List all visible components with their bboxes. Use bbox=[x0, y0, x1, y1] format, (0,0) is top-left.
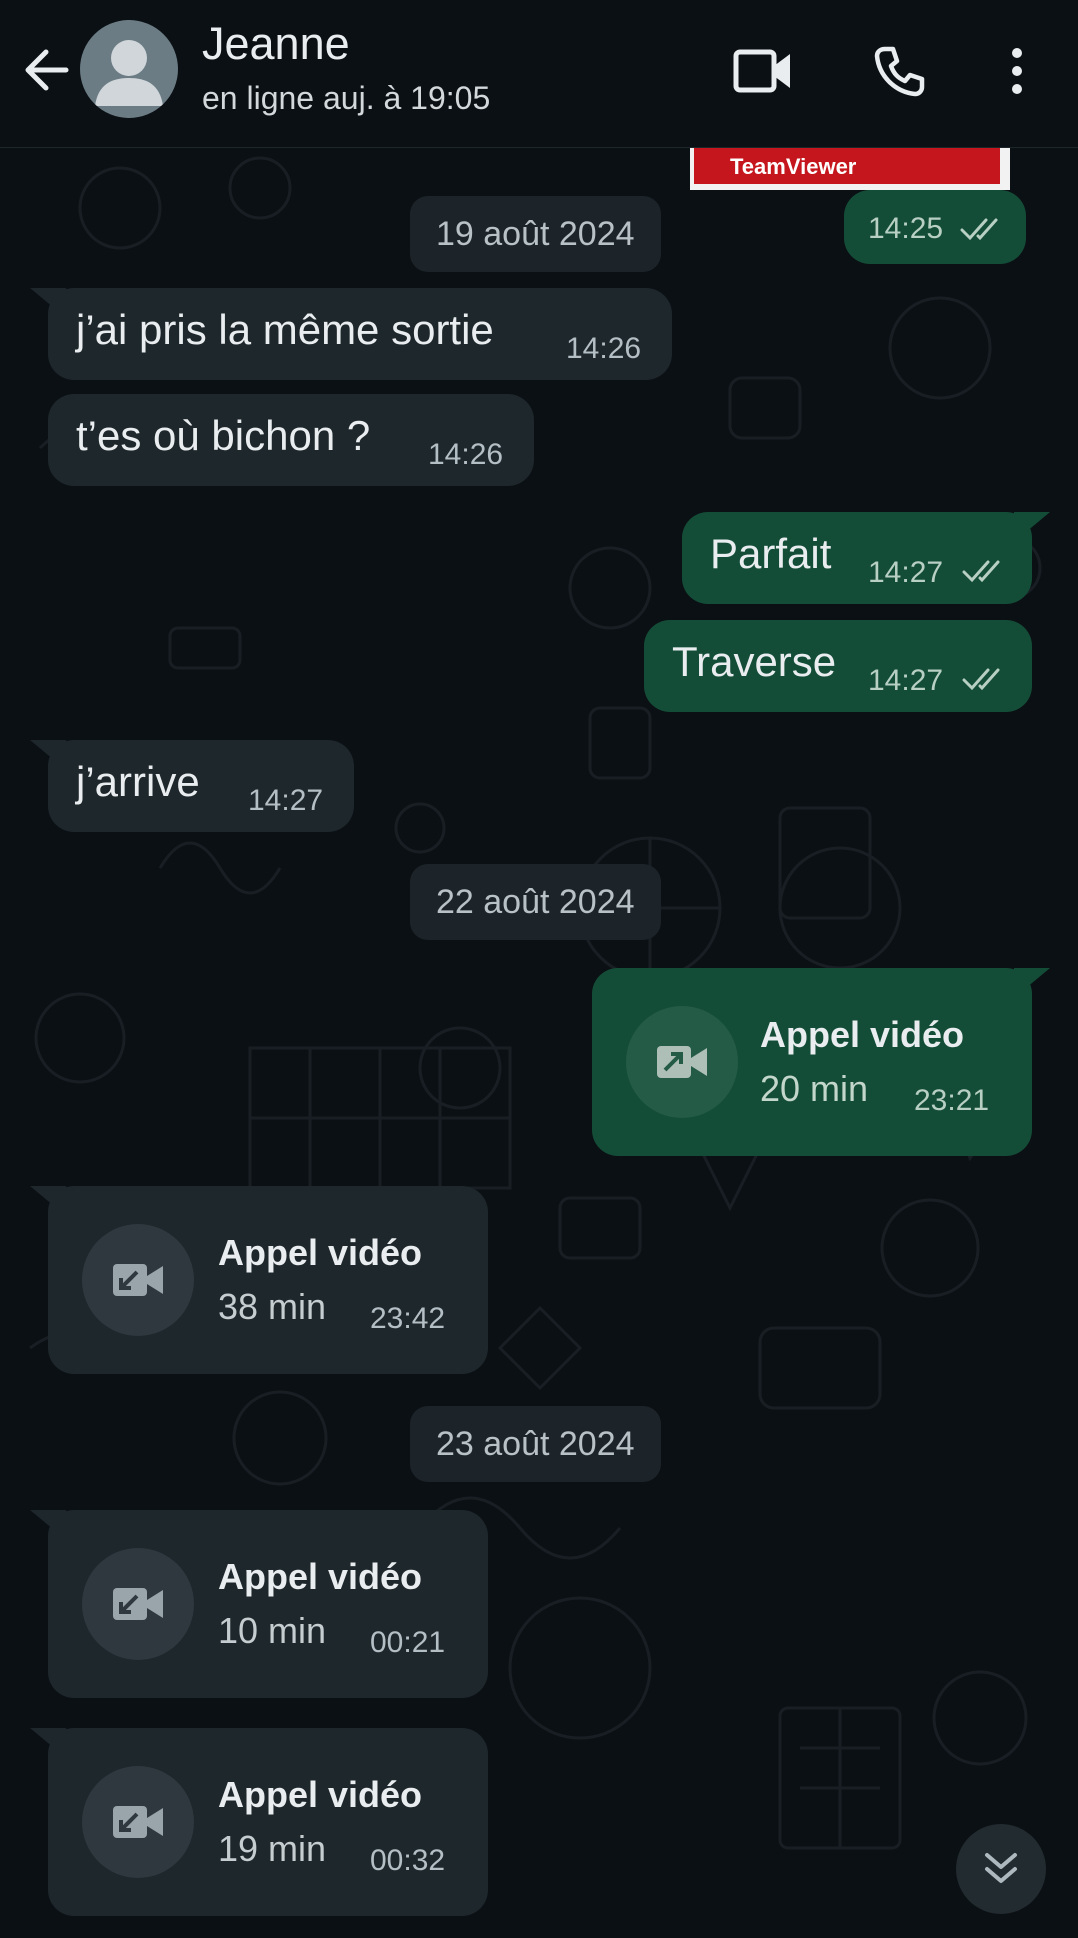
incoming-video-call-icon bbox=[82, 1548, 194, 1660]
bubble-tail bbox=[30, 1510, 66, 1540]
outgoing-video-call[interactable]: Appel vidéo 20 min 23:21 bbox=[592, 968, 1050, 1156]
phone-icon[interactable] bbox=[864, 36, 934, 106]
message-text: Traverse bbox=[672, 638, 837, 685]
contact-status[interactable]: en ligne auj. à 19:05 bbox=[202, 80, 490, 117]
read-receipt-icon bbox=[960, 218, 998, 241]
avatar-placeholder-icon bbox=[95, 40, 163, 106]
date-separator: 23 août 2024 bbox=[410, 1406, 661, 1482]
message-time: 23:21 bbox=[914, 1084, 990, 1117]
call-title: Appel vidéo bbox=[218, 1232, 423, 1273]
message-time: 23:42 bbox=[370, 1302, 446, 1335]
call-duration: 10 min bbox=[218, 1610, 327, 1651]
bubble-tail bbox=[1014, 512, 1050, 542]
read-receipt-icon bbox=[962, 668, 1000, 691]
video-call-icon[interactable] bbox=[728, 36, 798, 106]
bubble-tail bbox=[30, 288, 66, 318]
incoming-message[interactable]: j’ai pris la même sortie 14:26 bbox=[30, 288, 672, 380]
message-time: 14:27 bbox=[868, 664, 944, 697]
more-vert-icon[interactable] bbox=[982, 36, 1052, 106]
scroll-to-bottom-button[interactable] bbox=[956, 1824, 1046, 1914]
date-separator: 19 août 2024 bbox=[410, 196, 661, 272]
incoming-video-call[interactable]: Appel vidéo 38 min 23:42 bbox=[30, 1186, 488, 1374]
back-arrow-icon[interactable] bbox=[18, 40, 74, 100]
outgoing-message[interactable]: Traverse 14:27 bbox=[644, 620, 1032, 712]
incoming-video-call-icon bbox=[82, 1224, 194, 1336]
bubble-tail bbox=[1014, 968, 1050, 998]
incoming-video-call-icon bbox=[82, 1766, 194, 1878]
image-timestamp-bubble: 14:25 bbox=[844, 190, 1026, 264]
message-text: t’es où bichon ? bbox=[76, 412, 371, 459]
incoming-message[interactable]: j’arrive 14:27 bbox=[30, 740, 354, 832]
avatar[interactable] bbox=[80, 20, 178, 118]
outgoing-video-call-icon bbox=[626, 1006, 738, 1118]
message-time: 14:26 bbox=[428, 438, 504, 471]
message-text: j’arrive bbox=[76, 758, 200, 805]
incoming-video-call[interactable]: Appel vidéo 10 min 00:21 bbox=[30, 1510, 488, 1698]
chat-header: Jeanne en ligne auj. à 19:05 bbox=[0, 0, 1078, 148]
message-time: 14:26 bbox=[566, 332, 642, 365]
incoming-message[interactable]: t’es où bichon ? 14:26 bbox=[48, 394, 534, 486]
message-time: 14:27 bbox=[868, 556, 944, 589]
message-time: 00:21 bbox=[370, 1626, 446, 1659]
bubble-tail bbox=[30, 740, 66, 770]
call-duration: 20 min bbox=[760, 1068, 869, 1109]
message-time: 14:25 bbox=[868, 212, 944, 245]
call-title: Appel vidéo bbox=[218, 1556, 423, 1597]
read-receipt-icon bbox=[962, 560, 1000, 583]
message-time: 14:27 bbox=[248, 784, 324, 817]
shared-image-preview[interactable]: TeamViewer bbox=[690, 148, 1010, 190]
message-text: j’ai pris la même sortie bbox=[76, 306, 494, 353]
image-brand-text: TeamViewer bbox=[730, 154, 857, 179]
call-title: Appel vidéo bbox=[218, 1774, 423, 1815]
message-time: 00:32 bbox=[370, 1844, 446, 1877]
message-text: Parfait bbox=[710, 530, 832, 577]
incoming-video-call[interactable]: Appel vidéo 19 min 00:32 bbox=[30, 1728, 488, 1916]
bubble-tail bbox=[30, 1728, 66, 1758]
call-duration: 19 min bbox=[218, 1828, 327, 1869]
chat-area[interactable]: TeamViewer 14:25 19 août 2024 j’ai pris … bbox=[0, 148, 1078, 1938]
bubble-tail bbox=[30, 1186, 66, 1216]
chat-screen: Jeanne en ligne auj. à 19:05 TeamViewer … bbox=[0, 0, 1078, 1938]
double-chevron-down-icon bbox=[985, 1853, 1017, 1883]
contact-name[interactable]: Jeanne bbox=[202, 18, 350, 70]
call-duration: 38 min bbox=[218, 1286, 327, 1327]
outgoing-message[interactable]: Parfait 14:27 bbox=[682, 512, 1050, 604]
call-title: Appel vidéo bbox=[760, 1014, 965, 1055]
date-separator: 22 août 2024 bbox=[410, 864, 661, 940]
